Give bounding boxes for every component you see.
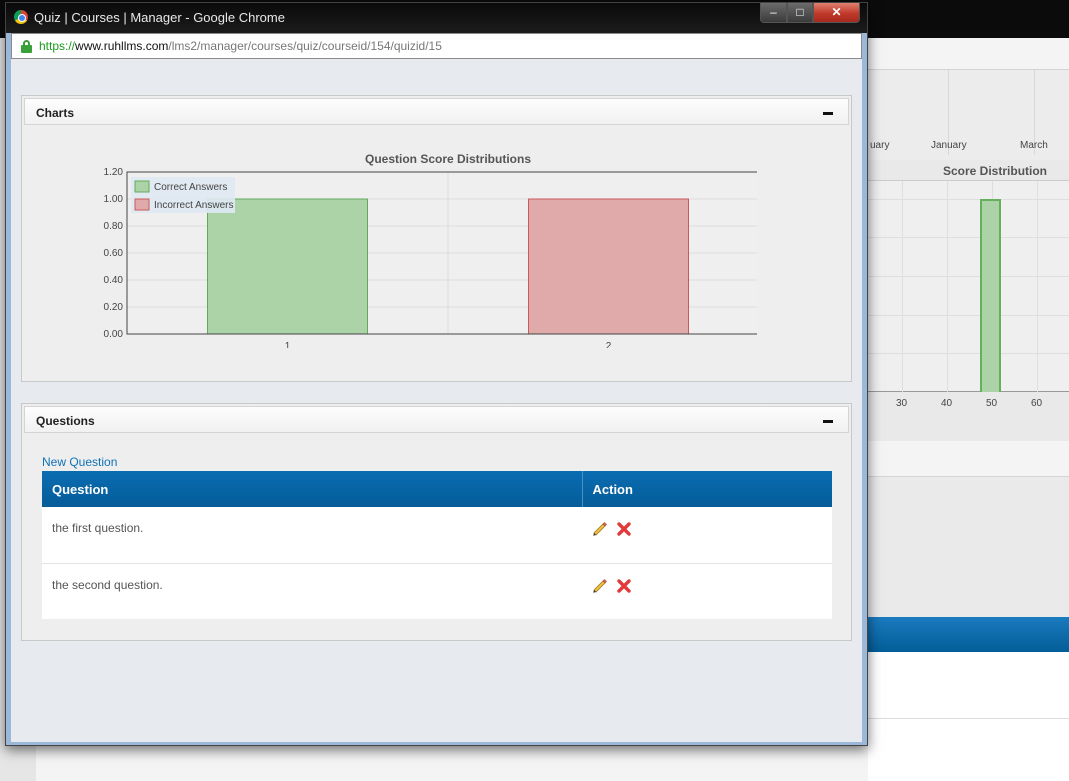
- url-text[interactable]: https://www.ruhllms.com/lms2/manager/cou…: [39, 39, 442, 53]
- url-scheme: https://: [39, 39, 76, 53]
- table-header-row: Question Action: [42, 471, 832, 507]
- question-score-chart: Question Score Distributions 0.00 0.20 0.40…: [104, 152, 757, 348]
- edit-icon[interactable]: [592, 578, 608, 594]
- charts-panel-title: Charts: [36, 106, 75, 120]
- background-row-divider: [868, 718, 1069, 719]
- background-month-label: uary: [870, 140, 890, 151]
- y-tick-label: 0.80: [104, 221, 124, 232]
- background-table-body: [868, 652, 1069, 781]
- question-text: the first question.: [52, 521, 144, 535]
- background-score-chart: [868, 180, 1069, 392]
- url-path: /lms2/manager/courses/quiz/courseid/154/…: [168, 39, 442, 53]
- y-tick-label: 0.40: [104, 275, 124, 286]
- page-content: Charts Question Score Distributions 0.00 0…: [11, 59, 862, 742]
- window-titlebar[interactable]: Quiz | Courses | Manager - Google Chrome…: [6, 3, 867, 33]
- collapse-minus-icon[interactable]: [823, 420, 833, 423]
- legend-swatch: [134, 180, 150, 193]
- y-tick-label: 0.20: [104, 302, 124, 313]
- bar-correct-answers: [207, 198, 368, 335]
- background-x-tick: 40: [941, 398, 953, 409]
- background-x-tick: 50: [986, 398, 998, 409]
- column-header-action: Action: [592, 481, 633, 497]
- charts-panel: Charts Question Score Distributions 0.00 0…: [21, 95, 852, 382]
- background-x-tick: 60: [1031, 398, 1043, 409]
- maximize-button[interactable]: □: [787, 3, 813, 23]
- legend-swatch: [134, 198, 150, 211]
- window-title: Quiz | Courses | Manager - Google Chrome: [34, 10, 285, 25]
- legend-label: Correct Answers: [154, 182, 227, 193]
- bar-incorrect-answers: [528, 198, 689, 335]
- y-tick-label: 0.00: [104, 329, 124, 340]
- question-text: the second question.: [42, 562, 582, 619]
- background-month-label: January: [931, 140, 967, 151]
- column-header-question[interactable]: Question: [42, 471, 583, 507]
- x-tick-label: 1: [285, 341, 291, 348]
- questions-panel-header: Questions: [24, 406, 849, 433]
- table-row: the first question.: [42, 507, 832, 563]
- x-tick-label: 2: [606, 341, 612, 348]
- chart-title: Question Score Distributions: [365, 152, 531, 166]
- close-window-button[interactable]: ✕: [813, 3, 860, 23]
- charts-panel-header: Charts: [24, 98, 849, 125]
- background-table-header: [868, 617, 1069, 652]
- background-score-chart-title: Score Distribution: [943, 164, 1048, 178]
- action-cell: [582, 562, 832, 619]
- popup-browser-window: Quiz | Courses | Manager - Google Chrome…: [5, 2, 868, 746]
- new-question-link[interactable]: New Question: [42, 455, 117, 469]
- y-tick-label: 1.00: [104, 194, 124, 205]
- url-host: www.ruhllms.com: [75, 39, 169, 53]
- delete-icon[interactable]: [616, 578, 632, 594]
- y-tick-label: 1.20: [104, 167, 124, 178]
- background-month-label: March: [1020, 140, 1048, 151]
- collapse-minus-icon[interactable]: [823, 112, 833, 115]
- edit-icon[interactable]: [592, 521, 608, 537]
- background-score-bar: [980, 199, 1001, 392]
- table-row: the second question.: [42, 562, 832, 619]
- y-tick-label: 0.60: [104, 248, 124, 259]
- legend-label: Incorrect Answers: [154, 200, 233, 211]
- delete-icon[interactable]: [616, 521, 632, 537]
- questions-panel: Questions New Question Question Action t…: [21, 403, 852, 641]
- chrome-logo-icon: [14, 10, 28, 24]
- questions-table: Question Action the first question. the …: [42, 471, 832, 619]
- background-lower-panel: [868, 476, 1069, 617]
- address-bar[interactable]: https://www.ruhllms.com/lms2/manager/cou…: [11, 33, 862, 59]
- action-cell: [582, 507, 832, 563]
- minimize-button[interactable]: –: [760, 3, 787, 23]
- questions-panel-title: Questions: [36, 414, 95, 428]
- lock-icon: [21, 40, 32, 53]
- background-x-tick: 30: [896, 398, 908, 409]
